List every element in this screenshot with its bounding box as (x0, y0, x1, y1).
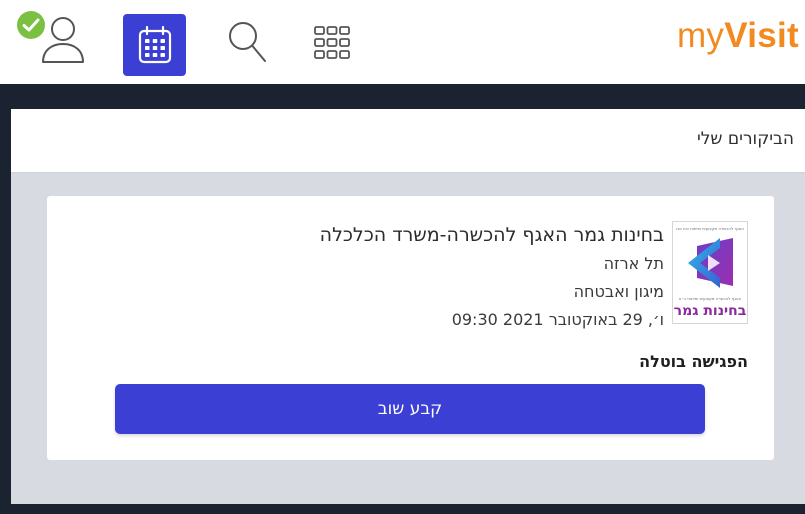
brand-bold: Visit (724, 16, 799, 55)
apps-grid-icon (314, 26, 350, 59)
apps-menu-button[interactable] (302, 18, 362, 68)
organization-logo: האגף להכשרה מקצועית ופיתוח כוח אדם האגף … (672, 221, 748, 324)
check-badge-icon (17, 11, 45, 39)
logo-title: בחינות גמר (673, 303, 747, 319)
visit-datetime: ו׳, 29 באוקטובר 2021 09:30 (451, 310, 664, 329)
logo-subtitle: האגף להכשרה מקצועית ופיתוח כ״א (678, 296, 742, 301)
section-header: הביקורים שלי (11, 109, 805, 173)
page-title: הביקורים שלי (696, 129, 794, 149)
rebook-button[interactable]: קבע שוב (115, 384, 705, 434)
visit-details: בחינות גמר האגף להכשרה-משרד הכלכלה תל אר… (320, 220, 664, 334)
search-icon (229, 22, 266, 62)
calendar-button[interactable] (123, 14, 186, 76)
visit-service: מיגון ואבטחה (573, 282, 664, 301)
top-header: myVisit (0, 0, 805, 84)
visit-title: בחינות גמר האגף להכשרה-משרד הכלכלה (319, 224, 664, 246)
profile-button[interactable] (14, 6, 94, 70)
calendar-icon (138, 25, 171, 64)
brand-logo[interactable]: myVisit (677, 16, 799, 56)
visit-card: האגף להכשרה מקצועית ופיתוח כוח אדם האגף … (47, 196, 774, 460)
brand-prefix: my (676, 16, 725, 55)
search-button[interactable] (222, 16, 272, 70)
visit-location: תל ארזה (603, 254, 664, 273)
status-text: הפגישה בוטלה (639, 352, 748, 371)
